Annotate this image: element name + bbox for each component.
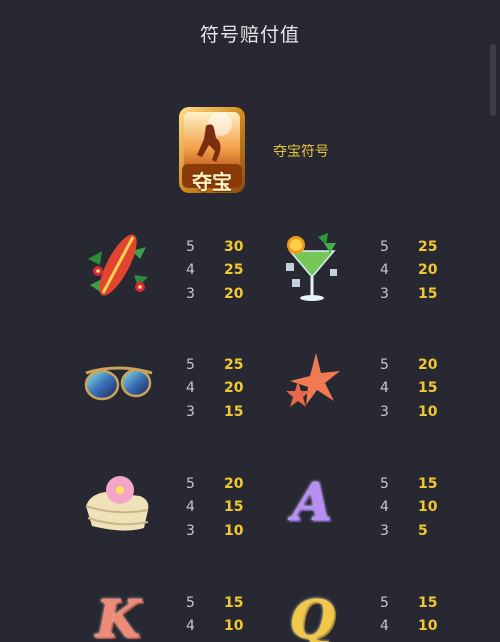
payout-value: 5: [418, 522, 428, 539]
symbol-cell: 5 20 4 15 3 10: [82, 466, 302, 546]
match-count: 4: [380, 380, 389, 397]
payout-value: 25: [224, 356, 244, 373]
payout-value: 10: [418, 499, 438, 516]
symbol-cell: 5 25 4 20 3 15: [82, 347, 302, 427]
payout-value: 15: [418, 594, 438, 611]
match-count: 3: [186, 285, 195, 302]
scrollbar-thumb[interactable]: [490, 44, 496, 116]
payout-value: 20: [224, 285, 244, 302]
match-count: 4: [186, 262, 195, 279]
sunglasses-icon: [82, 347, 154, 427]
scatter-label: 夺宝符号: [273, 144, 329, 160]
payout-value: 10: [224, 618, 244, 635]
symbol-cell: 5 30 4 25 3 20: [82, 229, 302, 309]
letter-a-icon: A: [291, 472, 333, 533]
page-title: 符号赔付值: [199, 24, 300, 46]
symbol-cell: 5 20 4 15 3 10: [276, 347, 496, 427]
match-count: 5: [380, 356, 389, 373]
payout-value: 30: [224, 238, 244, 255]
match-count: 3: [380, 403, 389, 420]
match-count: 5: [186, 475, 195, 492]
match-count: 4: [380, 499, 389, 516]
payout-value: 20: [418, 262, 438, 279]
scatter-icon-text: 夺宝: [192, 170, 232, 194]
match-count: 3: [380, 285, 389, 302]
match-count: 5: [380, 238, 389, 255]
symbol-cell: K 515 410 35: [82, 585, 302, 642]
match-count: 5: [380, 475, 389, 492]
letter-k-icon: K: [95, 589, 141, 642]
payout-value: 15: [418, 285, 438, 302]
payout-value: 10: [418, 618, 438, 635]
match-count: 5: [186, 594, 195, 611]
payout-value: 15: [418, 380, 438, 397]
payout-value: 10: [224, 522, 244, 539]
cocktail-icon: [276, 229, 348, 309]
payout-value: 15: [418, 475, 438, 492]
match-count: 5: [186, 238, 195, 255]
letter-q-icon: Q: [289, 589, 335, 642]
match-count: 4: [380, 262, 389, 279]
match-count: 4: [186, 618, 195, 635]
match-count: 4: [186, 499, 195, 516]
match-count: 5: [380, 594, 389, 611]
payout-value: 15: [224, 499, 244, 516]
payout-value: 25: [418, 238, 438, 255]
match-count: 3: [186, 522, 195, 539]
match-count: 3: [380, 522, 389, 539]
surfboard-icon: [82, 229, 154, 309]
payout-value: 25: [224, 262, 244, 279]
payout-value: 15: [224, 403, 244, 420]
payout-value: 15: [224, 594, 244, 611]
symbol-cell: Q 515 410 35: [276, 585, 496, 642]
match-count: 4: [380, 618, 389, 635]
match-count: 4: [186, 380, 195, 397]
match-count: 3: [186, 403, 195, 420]
match-count: 5: [186, 356, 195, 373]
payout-value: 20: [224, 475, 244, 492]
payout-value: 10: [418, 403, 438, 420]
symbol-cell: A 5 15 4 10 3 5: [276, 466, 496, 546]
payout-value: 20: [224, 380, 244, 397]
towel-flower-icon: [82, 466, 154, 546]
starfish-icon: [276, 347, 348, 427]
payout-value: 20: [418, 356, 438, 373]
symbol-cell: 5 25 4 20 3 15: [276, 229, 496, 309]
